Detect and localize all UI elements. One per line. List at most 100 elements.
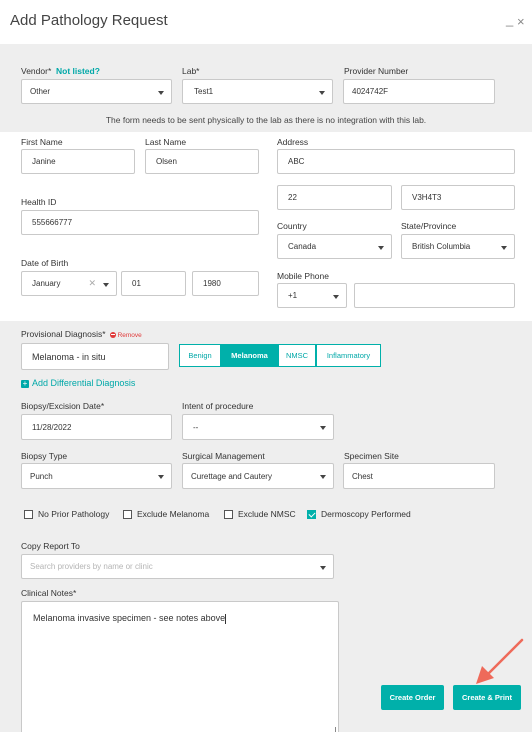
dob-month-select[interactable]: January ✕ xyxy=(21,271,117,296)
phone-code-select[interactable]: +1 xyxy=(277,283,347,308)
chevron-down-icon xyxy=(320,475,326,479)
diagnosis-nmsc[interactable]: NMSC xyxy=(278,344,316,367)
exclude-nmsc-label: Exclude NMSC xyxy=(238,509,296,519)
copy-report-label: Copy Report To xyxy=(21,541,80,551)
first-name-input[interactable]: Janine xyxy=(21,149,135,174)
copy-report-search-input[interactable] xyxy=(30,562,333,571)
biopsy-date-value: 11/28/2022 xyxy=(32,422,72,432)
address-line1-value: ABC xyxy=(288,157,305,166)
dob-year-value: 1980 xyxy=(203,279,221,288)
annotation-arrow-icon xyxy=(476,638,524,684)
add-differential-label: Add Differential Diagnosis xyxy=(32,378,136,388)
clear-icon[interactable]: ✕ xyxy=(88,278,96,289)
lab-select[interactable]: Test1 xyxy=(182,79,333,104)
chevron-down-icon xyxy=(319,91,325,95)
dob-day-value: 01 xyxy=(132,279,141,288)
provider-number-value: 4024742F xyxy=(352,87,389,96)
dob-month-value: January xyxy=(32,279,61,288)
provider-number-input[interactable]: 4024742F xyxy=(343,79,495,104)
exclude-melanoma-checkbox[interactable] xyxy=(123,510,132,519)
dob-day-input[interactable]: 01 xyxy=(121,271,186,296)
last-name-input[interactable]: Olsen xyxy=(145,149,259,174)
remove-link[interactable]: Remove xyxy=(118,332,142,339)
lab-value: Test1 xyxy=(194,87,214,96)
clinical-notes-value: Melanoma invasive specimen - see notes a… xyxy=(33,613,226,623)
no-prior-pathology-checkbox[interactable] xyxy=(24,510,33,519)
intent-select[interactable]: -- xyxy=(182,414,334,440)
postcode-input[interactable]: V3H4T3 xyxy=(401,185,515,210)
biopsy-type-value: Punch xyxy=(30,471,53,481)
diagnosis-inflammatory[interactable]: Inflammatory xyxy=(316,344,381,367)
dermoscopy-performed-checkbox[interactable] xyxy=(307,510,316,519)
health-id-label: Health ID xyxy=(21,197,57,207)
health-id-input[interactable]: 555666777 xyxy=(21,210,259,235)
last-name-value: Olsen xyxy=(156,157,177,166)
exclude-melanoma-label: Exclude Melanoma xyxy=(137,509,210,519)
state-value: British Columbia xyxy=(412,242,471,251)
chevron-down-icon xyxy=(158,91,164,95)
state-label: State/Province xyxy=(401,221,457,231)
surgical-management-value: Curettage and Cautery xyxy=(191,471,272,481)
add-differential-link[interactable]: + Add Differential Diagnosis xyxy=(21,378,135,388)
plus-icon: + xyxy=(21,378,29,388)
specimen-site-value: Chest xyxy=(352,471,373,481)
exclude-nmsc-checkbox[interactable] xyxy=(224,510,233,519)
biopsy-date-label: Biopsy/Excision Date* xyxy=(21,401,105,411)
biopsy-type-select[interactable]: Punch xyxy=(21,463,172,489)
provisional-diagnosis-input[interactable]: Melanoma - in situ xyxy=(21,343,169,370)
country-select[interactable]: Canada xyxy=(277,234,392,259)
state-select[interactable]: British Columbia xyxy=(401,234,515,259)
modal-title: Add Pathology Request xyxy=(10,12,168,29)
biopsy-type-label: Biopsy Type xyxy=(21,451,68,461)
clinical-notes-label: Clinical Notes* xyxy=(21,588,77,598)
provider-number-label: Provider Number xyxy=(344,66,409,76)
close-button[interactable]: × xyxy=(517,14,525,29)
biopsy-date-input[interactable]: 11/28/2022 xyxy=(21,414,172,440)
phone-code-value: +1 xyxy=(288,291,298,300)
chevron-down-icon xyxy=(320,426,326,430)
diagnosis-melanoma[interactable]: Melanoma xyxy=(221,344,278,367)
resize-handle-icon[interactable] xyxy=(329,727,336,732)
surgical-management-label: Surgical Management xyxy=(182,451,265,461)
diagnosis-benign[interactable]: Benign xyxy=(179,344,221,367)
minimize-button[interactable]: _ xyxy=(506,12,513,27)
mobile-phone-input[interactable] xyxy=(354,283,515,308)
address-line1-input[interactable]: ABC xyxy=(277,149,515,174)
health-id-value: 555666777 xyxy=(32,218,73,227)
first-name-label: First Name xyxy=(21,137,63,147)
provisional-diagnosis-label: Provisional Diagnosis* Remove xyxy=(21,329,142,339)
intent-label: Intent of procedure xyxy=(182,401,254,411)
not-listed-link[interactable]: Not listed? xyxy=(56,66,100,76)
address-line2-input[interactable]: 22 xyxy=(277,185,392,210)
address-label: Address xyxy=(277,137,309,147)
surgical-management-select[interactable]: Curettage and Cautery xyxy=(182,463,334,489)
chevron-down-icon xyxy=(378,246,384,250)
lab-label: Lab* xyxy=(182,66,200,76)
country-value: Canada xyxy=(288,242,317,251)
remove-icon xyxy=(109,331,116,338)
no-prior-pathology-label: No Prior Pathology xyxy=(38,509,110,519)
create-print-button[interactable]: Create & Print xyxy=(453,685,521,710)
chevron-down-icon xyxy=(103,283,109,287)
intent-value: -- xyxy=(193,422,199,432)
chevron-down-icon xyxy=(320,566,326,570)
first-name-value: Janine xyxy=(32,157,56,166)
provisional-diagnosis-value: Melanoma - in situ xyxy=(32,351,106,362)
integration-notice: The form needs to be sent physically to … xyxy=(105,115,427,125)
mobile-phone-label: Mobile Phone xyxy=(277,271,329,281)
chevron-down-icon xyxy=(158,475,164,479)
vendor-value: Other xyxy=(30,87,51,96)
chevron-down-icon xyxy=(501,246,507,250)
dermoscopy-performed-label: Dermoscopy Performed xyxy=(321,509,411,519)
dob-label: Date of Birth xyxy=(21,258,69,268)
vendor-label: Vendor* Not listed? xyxy=(21,66,100,76)
dob-year-input[interactable]: 1980 xyxy=(192,271,259,296)
copy-report-select[interactable] xyxy=(21,554,334,579)
specimen-site-label: Specimen Site xyxy=(344,451,399,461)
country-label: Country xyxy=(277,221,307,231)
vendor-select[interactable]: Other xyxy=(21,79,172,104)
clinical-notes-textarea[interactable]: Melanoma invasive specimen - see notes a… xyxy=(21,601,339,732)
specimen-site-input[interactable]: Chest xyxy=(343,463,495,489)
create-order-button[interactable]: Create Order xyxy=(381,685,444,710)
postcode-value: V3H4T3 xyxy=(412,193,442,202)
